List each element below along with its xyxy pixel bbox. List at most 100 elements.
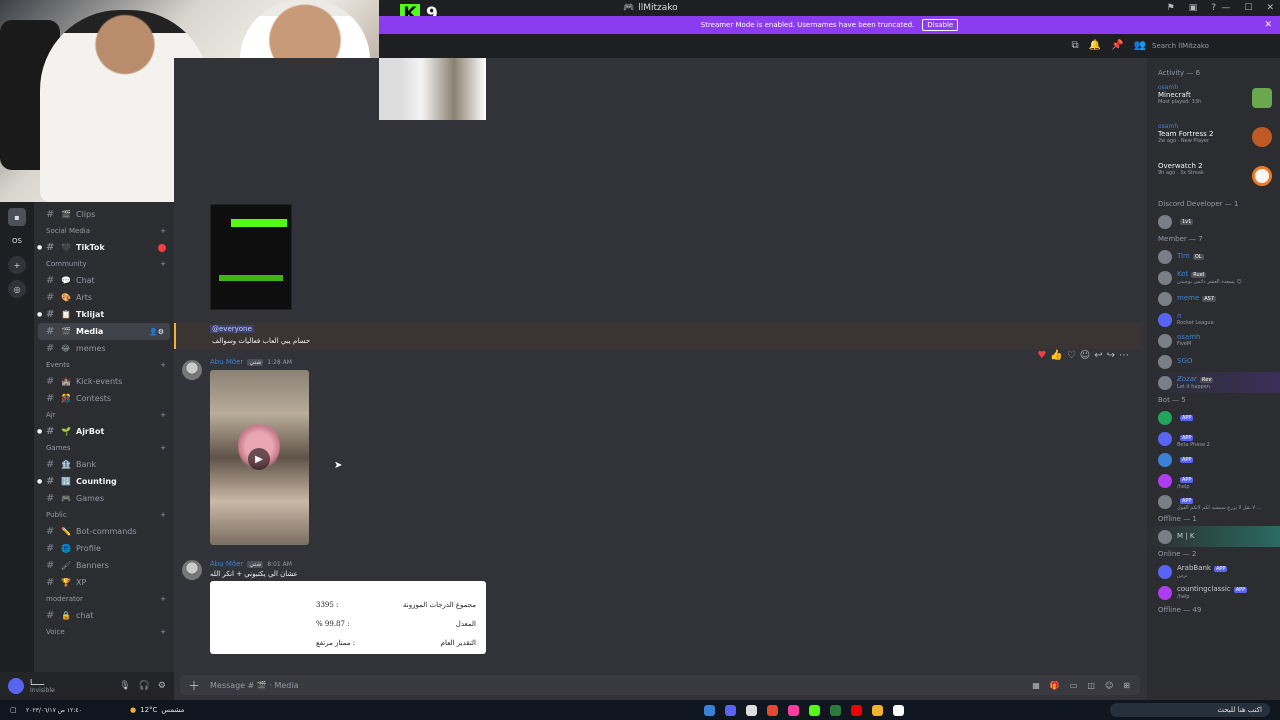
member-row[interactable]: Kot Ruel يسعده العشر دائمي بوجيدن 😏	[1147, 267, 1280, 288]
category-public[interactable]: Public +	[34, 507, 174, 523]
pin-icon[interactable]: 📌	[1111, 40, 1123, 51]
channel-clips[interactable]: # 🎬 Clips	[34, 206, 174, 223]
activity-card[interactable]: osamh Team Fortress 2 2w ago · New Playe…	[1147, 119, 1280, 158]
author-name[interactable]: Abu Môer	[210, 358, 243, 366]
bot-row[interactable]: countingclassic APP/help	[1147, 582, 1280, 603]
app-icon[interactable]	[788, 704, 799, 716]
bot-row[interactable]: APP Beta Phase 2	[1147, 428, 1280, 449]
category-moderator[interactable]: moderator +	[34, 591, 174, 607]
grades-image[interactable]: مجموع الدرجات الموزونة: 3395 المعدل: 99.…	[210, 581, 486, 654]
channel-games[interactable]: # 🎮 Games	[34, 490, 174, 507]
category-voice[interactable]: Voice +	[34, 624, 174, 640]
activity-card[interactable]: Overwatch 2 9h ago · 3x Streak	[1147, 158, 1280, 197]
bot-row[interactable]: APP	[1147, 449, 1280, 470]
category-social[interactable]: Social Media +	[34, 223, 174, 239]
taskbar-clock[interactable]: ١٢:٤٠ ص ٢٠٢٣/٠٦/١٧	[26, 707, 82, 714]
everyone-mention[interactable]: @everyone	[210, 325, 254, 333]
category-community[interactable]: Community +	[34, 256, 174, 272]
reply-icon[interactable]: ↩	[1094, 350, 1102, 361]
category-games[interactable]: Games +	[34, 440, 174, 456]
app-icon[interactable]	[872, 704, 883, 716]
channel-mod-chat[interactable]: # 🔒 chat	[34, 607, 174, 624]
thumbs-up-icon[interactable]: 👍	[1050, 350, 1062, 361]
channel-media[interactable]: # 🎬 Media 👤⚙	[38, 323, 170, 340]
category-ajr[interactable]: Ajr +	[34, 407, 174, 423]
explore-icon[interactable]: ◎	[8, 280, 26, 298]
minimize-icon[interactable]: —	[1221, 3, 1230, 13]
close-banner-icon[interactable]: ✕	[1264, 20, 1272, 30]
activity-card[interactable]: osamh Minecraft Most played: 33h	[1147, 80, 1280, 119]
close-icon[interactable]: ✕	[1266, 3, 1274, 13]
image-attachment[interactable]	[379, 58, 486, 120]
channel-xp[interactable]: # 🏆 XP	[34, 574, 174, 591]
bot-row[interactable]: APP/help	[1147, 470, 1280, 491]
channel-contests[interactable]: # 🎊 Contests	[34, 390, 174, 407]
channel-ajrbot[interactable]: ● # 🌱 AjrBot	[34, 423, 174, 440]
channel-tiktok[interactable]: ● # 🖤 TikTok	[34, 239, 174, 256]
video-attachment[interactable]: ▶	[210, 370, 309, 545]
taskbar-search[interactable]: اكتب هنا للبحث	[1110, 703, 1270, 717]
weather-widget[interactable]: ● 12°C مشمس	[130, 706, 184, 714]
user-avatar[interactable]	[8, 678, 24, 694]
add-channel-icon[interactable]: +	[160, 361, 166, 369]
help-icon[interactable]: ?	[1211, 3, 1216, 13]
app-icon[interactable]	[893, 704, 904, 716]
app-icon[interactable]	[704, 704, 715, 716]
add-channel-icon[interactable]: +	[160, 595, 166, 603]
category-events[interactable]: Events +	[34, 357, 174, 373]
emoji-icon[interactable]: ☺	[1105, 681, 1113, 690]
channel-counting[interactable]: ● # 🔢 Counting	[34, 473, 174, 490]
message-input[interactable]: ＋ Message # 🎬 · Media ▦ 🎁 ▭ ◫ ☺ ⊞	[180, 675, 1140, 695]
heart-icon[interactable]: ♥	[1037, 350, 1046, 361]
members-icon[interactable]: 👥	[1134, 40, 1146, 51]
gif-icon[interactable]: ▭	[1070, 681, 1078, 690]
disable-button[interactable]: Disable	[922, 19, 959, 31]
attach-icon[interactable]: ＋	[188, 677, 200, 694]
headphones-icon[interactable]: 🎧	[139, 681, 150, 691]
add-channel-icon[interactable]: +	[160, 260, 166, 268]
play-icon[interactable]: ▶	[248, 448, 270, 470]
bot-row[interactable]: APP لا تقل لا يزرع سيشبه لكم لائكم القول …	[1147, 491, 1280, 512]
member-row[interactable]: meme AS7	[1147, 288, 1280, 309]
channel-kick-events[interactable]: # 🏰 Kick-events	[34, 373, 174, 390]
app-icon[interactable]	[725, 704, 736, 716]
add-channel-icon[interactable]: +	[160, 227, 166, 235]
member-row[interactable]: Ƶoᴢar Rev Let it happen	[1147, 372, 1280, 393]
forward-icon[interactable]: ↪	[1107, 350, 1115, 361]
inbox-icon[interactable]: ⚑	[1167, 3, 1175, 13]
add-channel-icon[interactable]: +	[160, 628, 166, 636]
app-icon[interactable]	[830, 704, 841, 716]
more-icon[interactable]: ⋯	[1119, 350, 1129, 361]
search-input[interactable]: Search llMitzako	[1148, 40, 1268, 54]
member-row[interactable]: Tim OL	[1147, 246, 1280, 267]
author-avatar[interactable]	[182, 560, 202, 580]
sticker-icon[interactable]: ◫	[1087, 681, 1095, 690]
gear-icon[interactable]: ⚙	[158, 681, 166, 691]
add-channel-icon[interactable]: +	[160, 444, 166, 452]
app-icon[interactable]	[746, 704, 757, 716]
author-name[interactable]: Abu Môer	[210, 560, 243, 568]
member-row[interactable]: osamh FiveM	[1147, 330, 1280, 351]
channel-tklijat[interactable]: ● # 📋 Tklijat	[34, 306, 174, 323]
threads-icon[interactable]: ⧉	[1072, 40, 1079, 51]
member-row[interactable]: 1v1	[1147, 211, 1280, 232]
member-row[interactable]: SGO	[1147, 351, 1280, 372]
app-icon[interactable]	[851, 704, 862, 716]
app-icon[interactable]	[809, 704, 820, 716]
app-icon[interactable]	[767, 704, 778, 716]
settings-icon[interactable]: 👤⚙	[149, 328, 164, 336]
channel-memes[interactable]: # 😂 memes	[34, 340, 174, 357]
bell-icon[interactable]: 🔔	[1089, 40, 1101, 51]
member-row[interactable]: n Rocket League	[1147, 309, 1280, 330]
channel-arts[interactable]: # 🎨 Arts	[34, 289, 174, 306]
add-server-icon[interactable]: +	[8, 256, 26, 274]
user-info[interactable]: ـــــا Invisible	[30, 678, 55, 694]
white-heart-icon[interactable]: ♡	[1067, 350, 1076, 361]
channel-bot-commands[interactable]: # ✏️ Bot-commands	[34, 523, 174, 540]
screenshot-attachment[interactable]	[210, 204, 292, 310]
server-icon[interactable]: ▪	[8, 208, 26, 226]
channel-profile[interactable]: # 🌐 Profile	[34, 540, 174, 557]
channel-bank[interactable]: # 🏦 Bank	[34, 456, 174, 473]
channel-chat[interactable]: # 💬 Chat	[34, 272, 174, 289]
maximize-icon[interactable]: ☐	[1244, 3, 1252, 13]
